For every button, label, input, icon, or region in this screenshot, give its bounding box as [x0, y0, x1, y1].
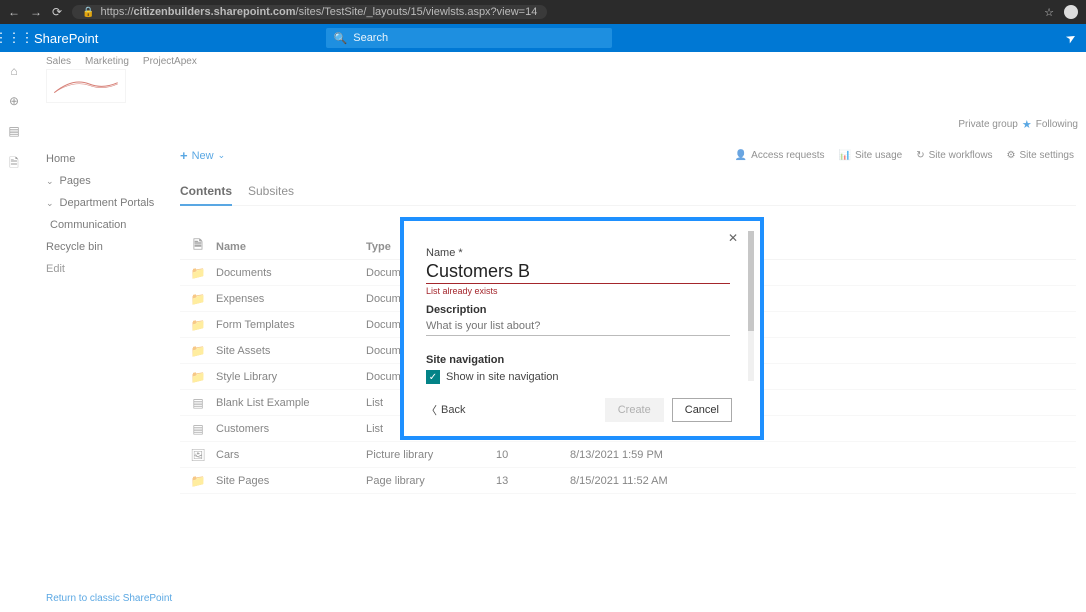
- lock-icon: 🔒: [82, 7, 94, 18]
- back-icon[interactable]: ←: [8, 5, 20, 19]
- create-button: Create: [605, 398, 664, 422]
- name-label: Name *: [426, 247, 732, 259]
- browser-right: ☆: [1044, 5, 1078, 19]
- search-placeholder: Search: [353, 32, 388, 44]
- name-input[interactable]: [426, 261, 730, 284]
- url-host: https://citizenbuilders.sharepoint.com/s…: [101, 6, 538, 18]
- cancel-button[interactable]: Cancel: [672, 398, 732, 422]
- show-in-nav-label: Show in site navigation: [446, 371, 559, 383]
- search-icon: 🔍: [334, 32, 348, 45]
- reload-icon[interactable]: ⟳: [52, 5, 62, 19]
- bookmark-icon[interactable]: ☆: [1044, 6, 1054, 19]
- description-input[interactable]: [426, 317, 730, 336]
- chevron-left-icon: 〈: [426, 402, 437, 418]
- show-in-nav-checkbox[interactable]: ✓: [426, 370, 440, 384]
- app-launcher-icon[interactable]: ⋮⋮⋮: [0, 30, 28, 46]
- browser-toolbar: ← → ⟳ 🔒 https://citizenbuilders.sharepoi…: [0, 0, 1086, 24]
- forward-icon[interactable]: →: [30, 5, 42, 19]
- close-icon[interactable]: ✕: [728, 231, 738, 245]
- site-navigation-label: Site navigation: [426, 354, 732, 366]
- suite-title[interactable]: SharePoint: [28, 31, 98, 46]
- search-input[interactable]: 🔍 Search: [326, 28, 612, 48]
- description-label: Description: [426, 304, 732, 316]
- back-button[interactable]: 〈 Back: [426, 402, 465, 418]
- profile-avatar[interactable]: [1064, 5, 1078, 19]
- suite-bar: ⋮⋮⋮ SharePoint 🔍 Search ➤: [0, 24, 1086, 52]
- name-error: List already exists: [426, 286, 732, 296]
- browser-nav: ← → ⟳: [8, 5, 62, 19]
- create-list-dialog: ✕ Name * List already exists Description…: [400, 217, 764, 440]
- scrollbar[interactable]: [748, 231, 754, 381]
- address-bar[interactable]: 🔒 https://citizenbuilders.sharepoint.com…: [72, 5, 547, 19]
- share-icon[interactable]: ➤: [1063, 29, 1079, 46]
